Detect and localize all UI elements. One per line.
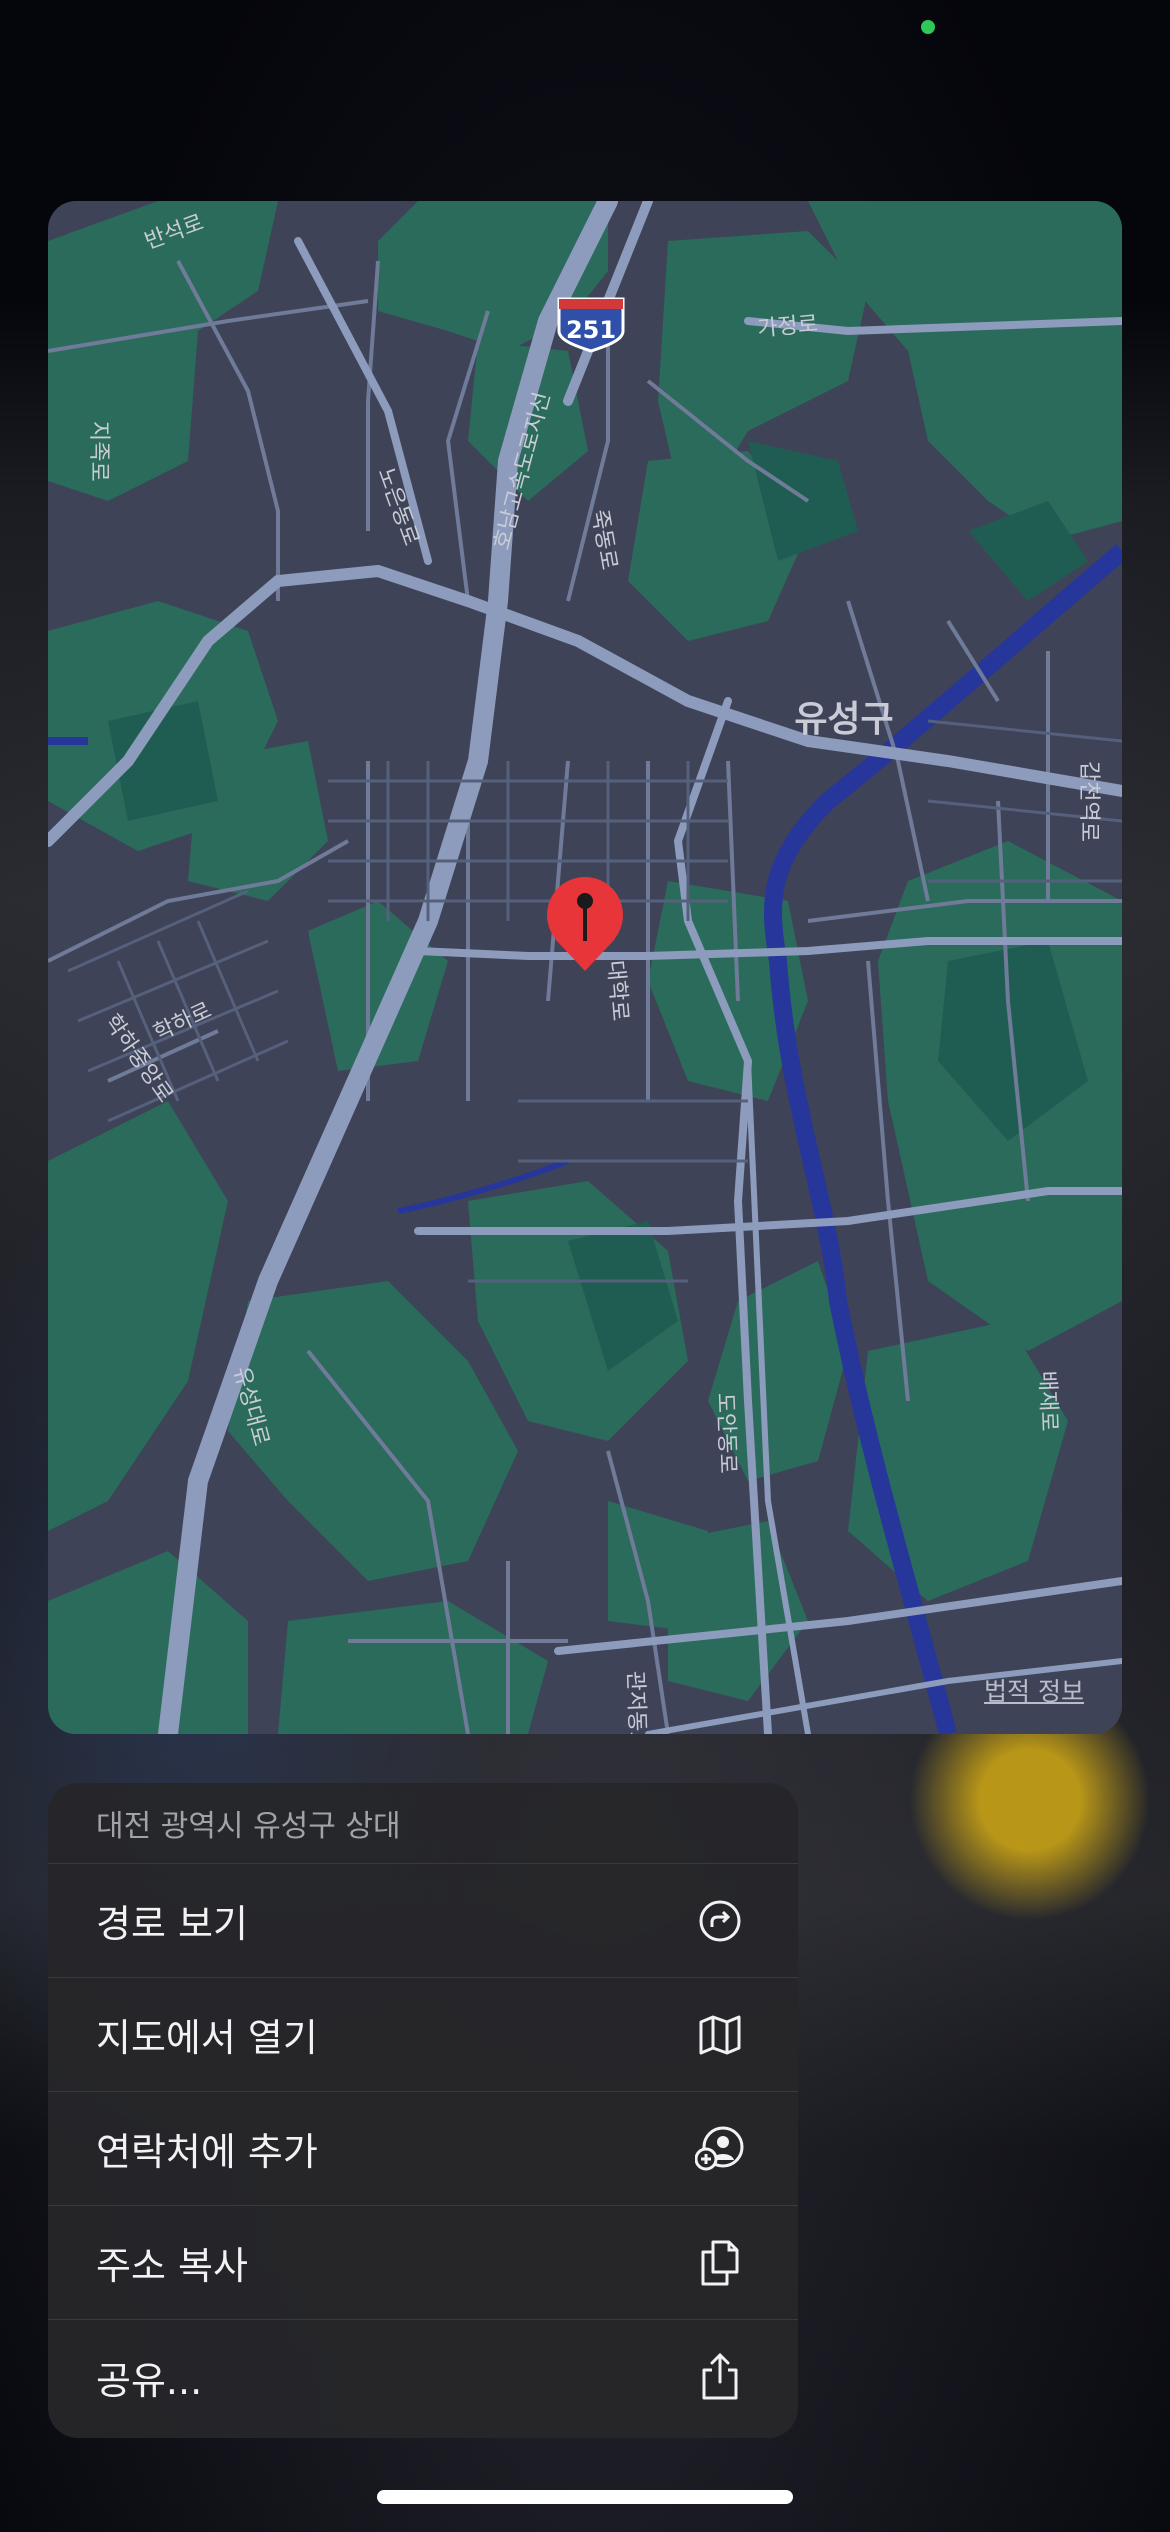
- menu-item-directions[interactable]: 경로 보기: [48, 1864, 798, 1978]
- road-label: 가정로: [756, 312, 819, 342]
- road-label: 관저동로: [622, 1670, 650, 1734]
- map-preview[interactable]: 251 유성구 반석로 지족로 노은동로 호남고속도로지선 죽동로 가정로 갑천…: [48, 201, 1122, 1734]
- menu-item-add-to-contacts[interactable]: 연락처에 추가: [48, 2092, 798, 2206]
- privacy-indicator-dot: [921, 20, 935, 34]
- legal-info-link[interactable]: 법적 정보: [984, 1672, 1084, 1708]
- route-shield-icon: 251: [557, 297, 625, 353]
- road-label: 학하로: [150, 998, 216, 1046]
- menu-item-label: 연락처에 추가: [96, 2130, 318, 2174]
- menu-item-label: 공유...: [96, 2358, 203, 2403]
- route-shield-number: 251: [566, 316, 616, 344]
- copy-icon: [694, 2237, 746, 2289]
- add-contact-icon: [694, 2123, 746, 2175]
- menu-item-label: 주소 복사: [96, 2244, 248, 2288]
- context-menu: 대전 광역시 유성구 상대 경로 보기 지도에서 열기 연락처에 추가 주소 복…: [48, 1783, 798, 2438]
- road-label: 대학로: [602, 959, 632, 1022]
- road-label: 지족로: [86, 421, 111, 482]
- road-label: 죽동로: [586, 508, 621, 572]
- share-icon: [694, 2351, 746, 2403]
- road-label: 도안동로: [712, 1392, 740, 1474]
- menu-item-share[interactable]: 공유...: [48, 2320, 798, 2434]
- menu-item-copy-address[interactable]: 주소 복사: [48, 2206, 798, 2320]
- menu-item-open-in-maps[interactable]: 지도에서 열기: [48, 1978, 798, 2092]
- road-label: 배재로: [1034, 1370, 1061, 1432]
- map-canvas: 251 유성구 반석로 지족로 노은동로 호남고속도로지선 죽동로 가정로 갑천…: [48, 201, 1122, 1734]
- home-indicator[interactable]: [377, 2490, 793, 2504]
- menu-item-label: 지도에서 열기: [96, 2016, 318, 2060]
- directions-icon: [694, 1895, 746, 1947]
- address-header: 대전 광역시 유성구 상대: [48, 1783, 798, 1864]
- road-label: 갑천역로: [1076, 761, 1101, 842]
- menu-item-label: 경로 보기: [96, 1902, 248, 1946]
- map-icon: [694, 2009, 746, 2061]
- district-label: 유성구: [794, 699, 893, 740]
